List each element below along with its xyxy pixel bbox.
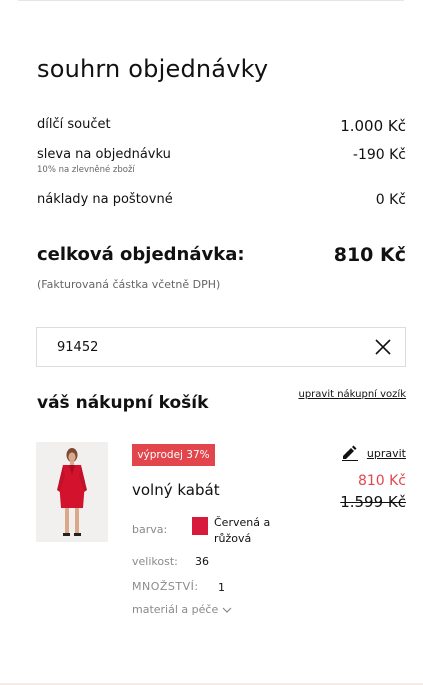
color-value: Červená a růžová bbox=[214, 516, 271, 545]
cart-title: váš nákupní košík bbox=[37, 393, 209, 413]
discount-note: 10% na zlevněné zboží bbox=[37, 165, 135, 175]
discount-row: sleva na objednávku 10% na zlevněné zbož… bbox=[37, 147, 406, 181]
subtotal-value: 1.000 Kč bbox=[340, 117, 406, 135]
total-vat-note: (Fakturovaná částka včetně DPH) bbox=[37, 278, 221, 291]
color-swatch bbox=[192, 517, 208, 535]
quantity-label: MNOŽSTVÍ: bbox=[132, 580, 199, 593]
shipping-row: náklady na poštovné 0 Kč bbox=[37, 192, 406, 212]
subtotal-row: dílčí součet 1.000 Kč bbox=[37, 117, 406, 137]
pencil-icon bbox=[341, 445, 359, 461]
original-price: 1.599 Kč bbox=[340, 493, 406, 511]
edit-item-label: upravit bbox=[366, 446, 406, 460]
product-name[interactable]: volný kabát bbox=[132, 481, 220, 499]
material-care-label: materiál a péče bbox=[132, 603, 219, 616]
quantity-value: 1 bbox=[218, 581, 225, 594]
chevron-down-icon bbox=[222, 607, 232, 613]
color-label: barva: bbox=[132, 523, 168, 536]
size-value: 36 bbox=[195, 555, 209, 568]
coupon-field bbox=[36, 327, 406, 367]
edit-cart-link[interactable]: upravit nákupní vozík bbox=[298, 389, 406, 400]
sale-badge: výprodej 37% bbox=[132, 444, 215, 466]
total-row: celková objednávka: 810 Kč bbox=[37, 244, 406, 270]
current-price: 810 Kč bbox=[357, 473, 406, 489]
subtotal-label: dílčí součet bbox=[37, 117, 111, 132]
total-value: 810 Kč bbox=[333, 244, 406, 266]
close-icon[interactable] bbox=[373, 337, 393, 357]
discount-value: -190 Kč bbox=[352, 147, 406, 163]
material-care-toggle[interactable]: materiál a péče bbox=[132, 603, 232, 616]
shipping-value: 0 Kč bbox=[375, 192, 406, 208]
shipping-label: náklady na poštovné bbox=[37, 192, 173, 207]
edit-item-button[interactable]: upravit bbox=[341, 445, 406, 461]
top-divider bbox=[18, 0, 404, 1]
total-label: celková objednávka: bbox=[37, 244, 245, 265]
order-summary-title: souhrn objednávky bbox=[37, 55, 269, 83]
size-label: velikost: bbox=[132, 555, 178, 568]
coupon-input[interactable] bbox=[37, 328, 357, 366]
product-image[interactable] bbox=[36, 442, 108, 542]
discount-label: sleva na objednávku bbox=[37, 147, 171, 162]
